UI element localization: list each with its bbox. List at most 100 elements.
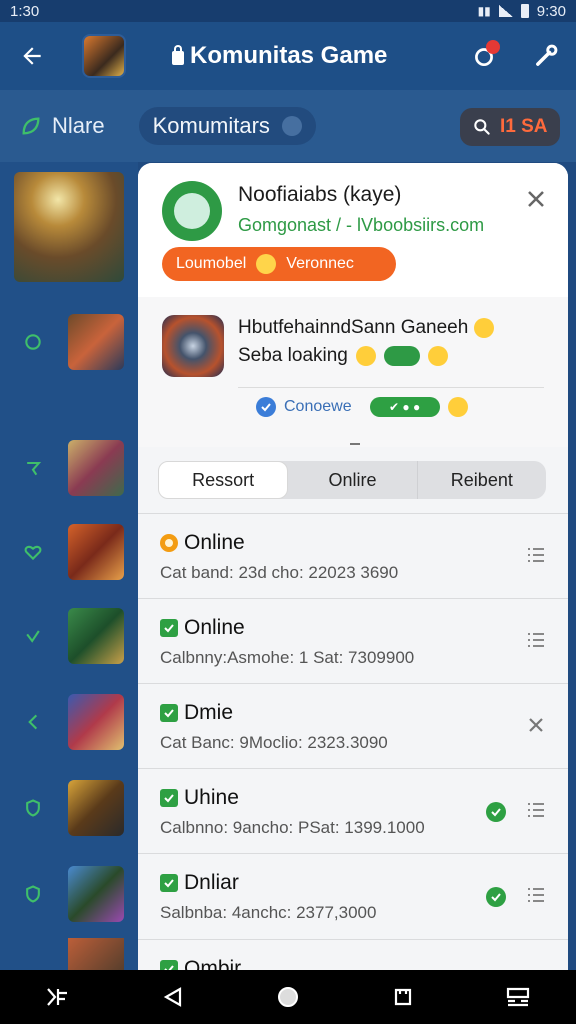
rail-item[interactable] <box>0 682 138 762</box>
game-thumbnail <box>68 314 124 370</box>
signal-icon <box>498 5 513 17</box>
grid-icon <box>46 988 67 1006</box>
game-title-text: HbutfehainndSann Ganeeh <box>238 317 469 338</box>
game-subtitle-text: Seba loaking <box>238 345 348 366</box>
tab-onlire[interactable]: Onlire <box>288 461 418 499</box>
list-item[interactable]: Online Cat band: 23d cho: 22023 3690 <box>138 515 568 599</box>
game-thumbnail <box>68 608 124 664</box>
game-icon[interactable] <box>162 315 224 377</box>
apps-button[interactable] <box>496 975 540 1019</box>
connect-row[interactable]: Conoewe ✔ ● ● <box>256 397 468 417</box>
list-item[interactable]: Dnliar Salbnba: 4anchc: 2377,3000 <box>138 855 568 939</box>
rail-item[interactable] <box>0 596 138 676</box>
back-nav-button[interactable] <box>151 975 195 1019</box>
game-thumbnail <box>68 440 124 496</box>
back-button[interactable] <box>0 22 64 90</box>
list-item-title: Dmie <box>184 701 234 724</box>
community-chip[interactable]: Komumitars <box>138 107 316 145</box>
list-item-subtitle: Cat band: 23d cho: 22023 3690 <box>160 563 399 582</box>
shield-icon <box>22 798 44 818</box>
list-menu-icon[interactable] <box>526 630 546 650</box>
checkbox-checked-icon <box>160 874 178 892</box>
community-panel: Noofiaiabs (kaye) Gomgonast / - lVboobsi… <box>138 163 568 970</box>
notifications-button[interactable] <box>464 36 504 76</box>
heart-icon <box>22 542 44 562</box>
close-button[interactable] <box>522 185 550 213</box>
game-thumbnail <box>68 694 124 750</box>
tab-ressort[interactable]: Ressort <box>158 461 289 499</box>
list-item[interactable]: Ombir <box>138 941 568 970</box>
emoji-icon <box>447 397 468 417</box>
list-menu-icon[interactable] <box>526 800 546 820</box>
community-avatar[interactable] <box>82 34 126 78</box>
settings-button[interactable] <box>526 36 566 76</box>
filter-row: Nlare Komumitars I1 SA <box>0 90 576 162</box>
filter-selector[interactable]: Nlare <box>20 113 105 139</box>
status-bar: 1:30 ▮▮ 9:30 <box>0 0 576 22</box>
lock-icon <box>172 45 184 65</box>
divider <box>138 768 568 769</box>
circle-icon <box>22 332 44 352</box>
page-title: Komunitas Game <box>172 42 387 70</box>
profile-card: Noofiaiabs (kaye) Gomgonast / - lVboobsi… <box>138 163 568 297</box>
divider <box>138 939 568 940</box>
rail-item[interactable] <box>0 512 138 592</box>
search-icon <box>474 119 490 135</box>
tab-bar: Ressort Onlire Reibent <box>158 461 546 499</box>
list-menu-icon[interactable] <box>526 545 546 565</box>
status-dot-icon <box>160 534 178 552</box>
rail-item[interactable] <box>0 428 138 508</box>
close-icon[interactable] <box>526 715 546 735</box>
connect-label: Conoewe <box>284 398 352 415</box>
square-icon <box>395 988 412 1006</box>
community-chip-label: Komumitars <box>152 113 270 138</box>
rail-item[interactable] <box>0 302 138 382</box>
home-circle-icon <box>277 987 298 1007</box>
recents-button[interactable] <box>381 975 425 1019</box>
triangle-back-icon <box>163 987 181 1007</box>
arrow-left-icon <box>23 47 41 65</box>
verified-icon <box>486 802 506 822</box>
chip-status-icon <box>281 116 302 136</box>
list-item-title: Online <box>184 531 245 554</box>
profile-subtitle[interactable]: Gomgonast / - lVboobsiirs.com <box>238 215 484 236</box>
search-button[interactable]: I1 SA <box>460 108 560 146</box>
avatar-figure <box>174 193 210 229</box>
status-time: 1:30 <box>10 2 40 20</box>
avatar[interactable] <box>162 181 222 241</box>
game-thumbnail <box>68 938 124 970</box>
game-thumbnail <box>68 780 124 836</box>
smiley-icon <box>256 254 277 274</box>
members-pill: ✔ ● ● <box>369 397 440 417</box>
rail-item[interactable] <box>0 938 138 970</box>
shortcuts-button[interactable] <box>36 975 80 1019</box>
rail-item[interactable] <box>0 854 138 934</box>
checkbox-checked-icon <box>160 789 178 807</box>
list-menu-icon[interactable] <box>526 885 546 905</box>
status-badge-text: Loumobel <box>176 255 247 272</box>
list-item-subtitle: Cat Banc: 9Moclio: 2323.3090 <box>160 733 388 752</box>
list-item-subtitle: Calbnny:Asmohe: 1 Sat: 7309900 <box>160 648 415 667</box>
home-button[interactable] <box>266 975 310 1019</box>
reaction-pill <box>383 346 420 366</box>
divider <box>138 513 568 514</box>
checkbox-checked-icon <box>160 960 178 970</box>
rail-item[interactable] <box>0 768 138 848</box>
channel-rail <box>0 162 138 970</box>
drag-handle[interactable] <box>350 443 360 445</box>
divider <box>138 598 568 599</box>
list-item[interactable]: Dmie Cat Banc: 9Moclio: 2323.3090 <box>138 685 568 769</box>
check-circle-icon <box>256 397 276 417</box>
list-item[interactable]: Online Calbnny:Asmohe: 1 Sat: 7309900 <box>138 600 568 684</box>
game-thumbnail <box>68 524 124 580</box>
shield-icon <box>22 884 44 904</box>
app-bar: Komunitas Game <box>0 22 576 90</box>
list-item-title: Ombir <box>184 957 242 970</box>
system-nav-bar <box>0 970 576 1024</box>
hero-thumbnail[interactable] <box>14 172 124 282</box>
list-item[interactable]: Uhine Calbnno: 9ancho: PSat: 1399.1000 <box>138 770 568 854</box>
check-icon <box>22 626 44 646</box>
tab-reibent[interactable]: Reibent <box>418 461 546 499</box>
divider <box>138 853 568 854</box>
status-badge[interactable]: Loumobel Veronnec <box>162 247 396 281</box>
